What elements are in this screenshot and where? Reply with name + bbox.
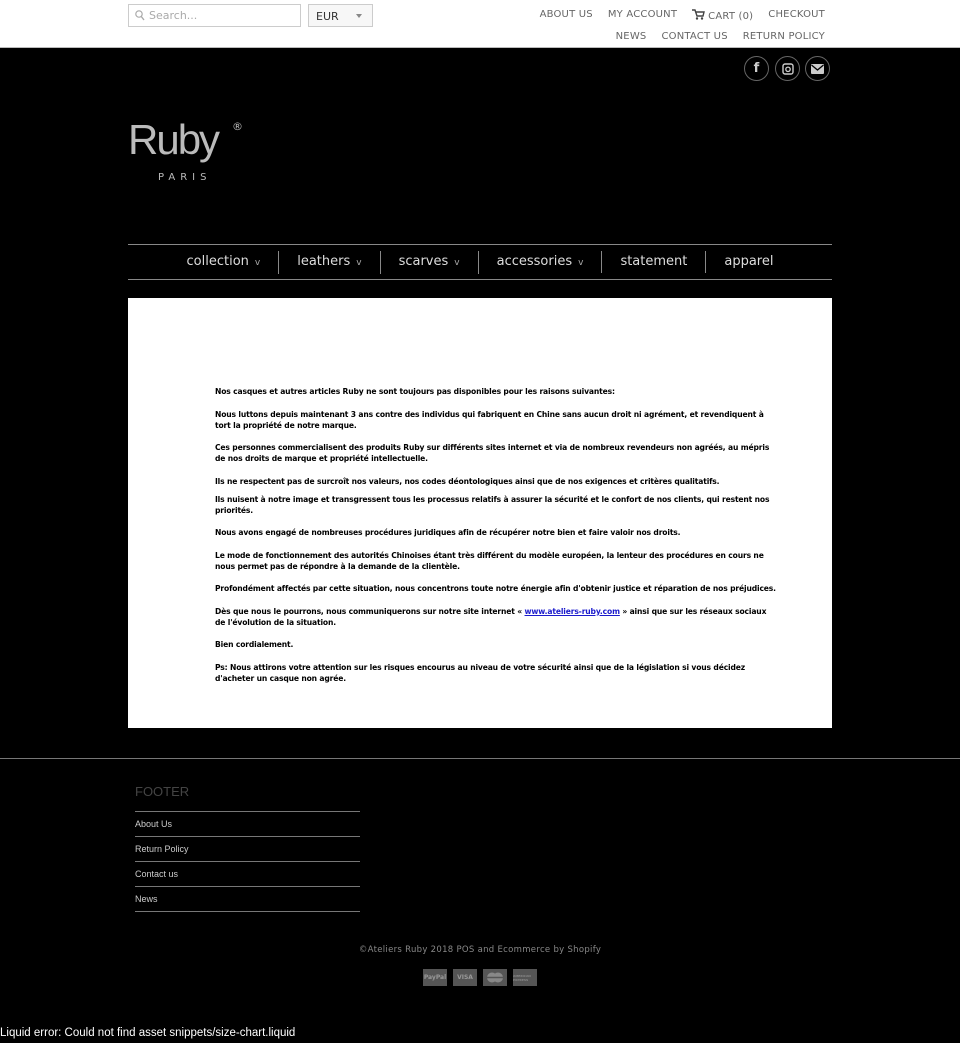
currency-select[interactable]: EUR	[308, 4, 373, 27]
payment-icons: PayPal VISA AMERICAN EXPRESS	[423, 969, 537, 986]
paragraph: Nous luttons depuis maintenant 3 ans con…	[215, 409, 764, 430]
paragraph: Nous avons engagé de nombreuses procédur…	[215, 528, 681, 537]
footer-link-about-us[interactable]: About Us	[135, 812, 360, 837]
search-input[interactable]	[149, 7, 297, 24]
my-account-link[interactable]: MY ACCOUNT	[608, 9, 677, 22]
text: Dès que nous le pourrons, nous communiqu…	[215, 606, 525, 616]
contact-us-link[interactable]: CONTACT US	[661, 31, 727, 42]
footer-link-news[interactable]: News	[135, 887, 360, 912]
visa-icon: VISA	[453, 969, 477, 986]
paypal-icon: PayPal	[423, 969, 447, 986]
nav-label: accessories	[496, 253, 573, 269]
paragraph: Dès que nous le pourrons, nous communiqu…	[215, 606, 777, 628]
nav-label: collection	[186, 253, 249, 269]
nav-item-scarves[interactable]: scarves v	[379, 250, 478, 274]
nav-label: scarves	[398, 253, 449, 269]
chevron-down-icon: v	[578, 257, 584, 268]
cart-label: CART (0)	[708, 11, 754, 22]
caret-down-icon	[356, 14, 362, 18]
main-nav: collection v leathers v scarves v accessories v…	[128, 244, 832, 280]
news-link[interactable]: NEWS	[616, 31, 647, 42]
paragraph: Ils ne respectent pas de surcroît nos va…	[215, 476, 720, 486]
top-bar: EUR ABOUT US MY ACCOUNT CART (0) CHECKOU…	[0, 0, 960, 48]
postscript: Ps: Nous attirons votre attention sur le…	[215, 662, 746, 683]
logo-registered: ®	[232, 120, 243, 133]
paragraph: Ces personnes commercialisent des produi…	[215, 443, 770, 463]
logo-subtitle: PARIS	[158, 172, 212, 183]
chevron-down-icon: v	[454, 257, 460, 268]
nav-label: statement	[620, 254, 688, 269]
nav-label: leathers	[297, 253, 351, 269]
cart-link[interactable]: CART (0)	[692, 9, 753, 22]
paragraph: Profondément affectés par cette situatio…	[215, 584, 776, 593]
nav-item-statement[interactable]: statement	[601, 251, 705, 273]
copyright: ©Ateliers Ruby 2018 POS and Ecommerce by…	[358, 945, 602, 955]
chevron-down-icon: v	[356, 257, 362, 268]
nav-item-collection[interactable]: collection v	[169, 251, 279, 274]
facebook-icon[interactable]: f	[744, 56, 769, 81]
nav-label: apparel	[724, 254, 774, 269]
logo-wordmark: Ruby	[128, 116, 220, 163]
liquid-error-message: Liquid error: Could not find asset snipp…	[0, 1027, 296, 1039]
notice-text: Nos casques et autres articles Ruby ne s…	[215, 386, 777, 695]
footer-divider	[0, 758, 960, 759]
about-us-link[interactable]: ABOUT US	[540, 9, 593, 22]
footer-link-contact-us[interactable]: Contact us	[135, 862, 360, 887]
footer-links: About Us Return Policy Contact us News	[135, 811, 360, 912]
email-icon[interactable]	[805, 56, 830, 81]
mastercard-icon	[483, 969, 507, 986]
amex-icon: AMERICAN EXPRESS	[513, 969, 537, 986]
footer-title: FOOTER	[135, 784, 190, 799]
search-icon	[135, 10, 145, 21]
return-policy-link[interactable]: RETURN POLICY	[743, 31, 825, 42]
search-box[interactable]	[128, 4, 301, 27]
content-panel: Nos casques et autres articles Ruby ne s…	[128, 298, 832, 728]
paragraph: Le mode de fonctionnement des autorités …	[215, 550, 764, 571]
cart-icon	[692, 9, 706, 20]
nav-item-leathers[interactable]: leathers v	[278, 250, 379, 274]
checkout-link[interactable]: CHECKOUT	[768, 9, 825, 22]
paragraph: Nos casques et autres articles Ruby ne s…	[215, 387, 615, 396]
instagram-icon[interactable]	[775, 56, 800, 81]
footer-link-return-policy[interactable]: Return Policy	[135, 837, 360, 862]
paragraph: Ils nuisent à notre image et transgresse…	[215, 494, 770, 515]
chevron-down-icon: v	[254, 257, 261, 268]
nav-item-accessories[interactable]: accessories v	[477, 250, 602, 274]
website-link[interactable]: www.ateliers-ruby.com	[525, 607, 620, 616]
closing: Bien cordialement.	[215, 640, 294, 649]
logo[interactable]: Ruby ® PARIS	[128, 116, 243, 184]
currency-value: EUR	[316, 10, 339, 23]
nav-item-apparel[interactable]: apparel	[705, 251, 791, 273]
